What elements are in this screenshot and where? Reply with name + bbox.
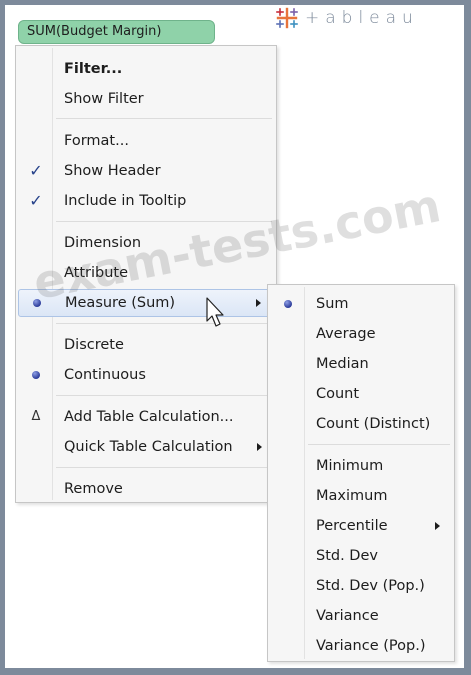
menu-item-label: Remove [64, 481, 123, 497]
menu-item-label: Dimension [64, 235, 142, 251]
menu-separator [56, 395, 272, 396]
tableau-workspace: SUM(Budget Margin) +ableau Filter... Sho… [5, 5, 464, 668]
submenu-item-maximum[interactable]: Maximum [270, 482, 452, 510]
mouse-pointer-icon [206, 297, 224, 327]
menu-item-label: Variance (Pop.) [316, 638, 426, 654]
menu-item-label: Show Header [64, 163, 161, 179]
submenu-item-variance-pop[interactable]: Variance (Pop.) [270, 632, 452, 660]
submenu-arrow-icon [256, 299, 261, 307]
menu-item-dimension[interactable]: Dimension [18, 229, 274, 257]
pill-context-menu: Filter... Show Filter Format... ✓ Show H… [15, 45, 277, 503]
menu-item-remove[interactable]: Remove [18, 475, 274, 503]
menu-item-label: Format... [64, 133, 129, 149]
menu-item-label: Include in Tooltip [64, 193, 187, 209]
tableau-plus-mark-icon [276, 7, 298, 29]
submenu-item-std-dev[interactable]: Std. Dev [270, 542, 452, 570]
menu-item-label: Median [316, 356, 369, 372]
menu-item-measure-sum[interactable]: Measure (Sum) [18, 289, 274, 317]
menu-item-show-header[interactable]: ✓ Show Header [18, 157, 274, 185]
menu-item-continuous[interactable]: Continuous [18, 361, 274, 389]
menu-item-format[interactable]: Format... [18, 127, 274, 155]
menu-item-label: Measure (Sum) [65, 295, 176, 311]
submenu-item-median[interactable]: Median [270, 350, 452, 378]
menu-item-label: Minimum [316, 458, 384, 474]
submenu-item-variance[interactable]: Variance [270, 602, 452, 630]
menu-item-label: Continuous [64, 367, 146, 383]
menu-item-label: Variance [316, 608, 379, 624]
submenu-item-percentile[interactable]: Percentile [270, 512, 452, 540]
menu-item-show-filter[interactable]: Show Filter [18, 85, 274, 113]
check-icon: ✓ [29, 191, 43, 210]
measure-pill[interactable]: SUM(Budget Margin) [18, 20, 215, 44]
menu-item-quick-table-calculation[interactable]: Quick Table Calculation [18, 433, 274, 461]
menu-item-label: Std. Dev [316, 548, 378, 564]
menu-separator [56, 323, 272, 324]
submenu-arrow-icon [257, 443, 262, 451]
measure-submenu: Sum Average Median Count Count (Distinct… [267, 284, 455, 662]
menu-item-label: Discrete [64, 337, 124, 353]
menu-item-label: Average [316, 326, 376, 342]
submenu-arrow-icon [435, 522, 440, 530]
menu-separator [308, 444, 450, 445]
menu-item-discrete[interactable]: Discrete [18, 331, 274, 359]
menu-item-add-table-calculation[interactable]: Δ Add Table Calculation... [18, 403, 274, 431]
check-icon: ✓ [29, 161, 43, 180]
menu-item-label: Std. Dev (Pop.) [316, 578, 425, 594]
tableau-logo: +ableau [273, 6, 419, 30]
menu-separator [56, 467, 272, 468]
radio-dot-icon [276, 290, 300, 318]
menu-item-label: Percentile [316, 518, 388, 534]
menu-item-label: Maximum [316, 488, 388, 504]
radio-dot-icon [24, 361, 48, 389]
menu-separator [56, 221, 272, 222]
menu-item-label: Attribute [64, 265, 129, 281]
menu-separator [56, 118, 272, 119]
menu-item-label: Add Table Calculation... [64, 409, 234, 425]
menu-item-label: Filter... [64, 61, 123, 77]
logo-wordmark: +ableau [305, 8, 419, 28]
submenu-item-std-dev-pop[interactable]: Std. Dev (Pop.) [270, 572, 452, 600]
menu-item-label: Sum [316, 296, 349, 312]
submenu-item-sum[interactable]: Sum [270, 290, 452, 318]
submenu-item-count[interactable]: Count [270, 380, 452, 408]
menu-item-label: Quick Table Calculation [64, 439, 233, 455]
menu-item-include-in-tooltip[interactable]: ✓ Include in Tooltip [18, 187, 274, 215]
menu-item-label: Show Filter [64, 91, 144, 107]
radio-dot-icon [25, 290, 49, 318]
menu-item-label: Count [316, 386, 360, 402]
menu-item-filter[interactable]: Filter... [18, 55, 274, 83]
submenu-item-count-distinct[interactable]: Count (Distinct) [270, 410, 452, 438]
menu-item-label: Count (Distinct) [316, 416, 431, 432]
submenu-item-average[interactable]: Average [270, 320, 452, 348]
submenu-item-minimum[interactable]: Minimum [270, 452, 452, 480]
menu-item-attribute[interactable]: Attribute [18, 259, 274, 287]
delta-icon: Δ [31, 409, 41, 424]
